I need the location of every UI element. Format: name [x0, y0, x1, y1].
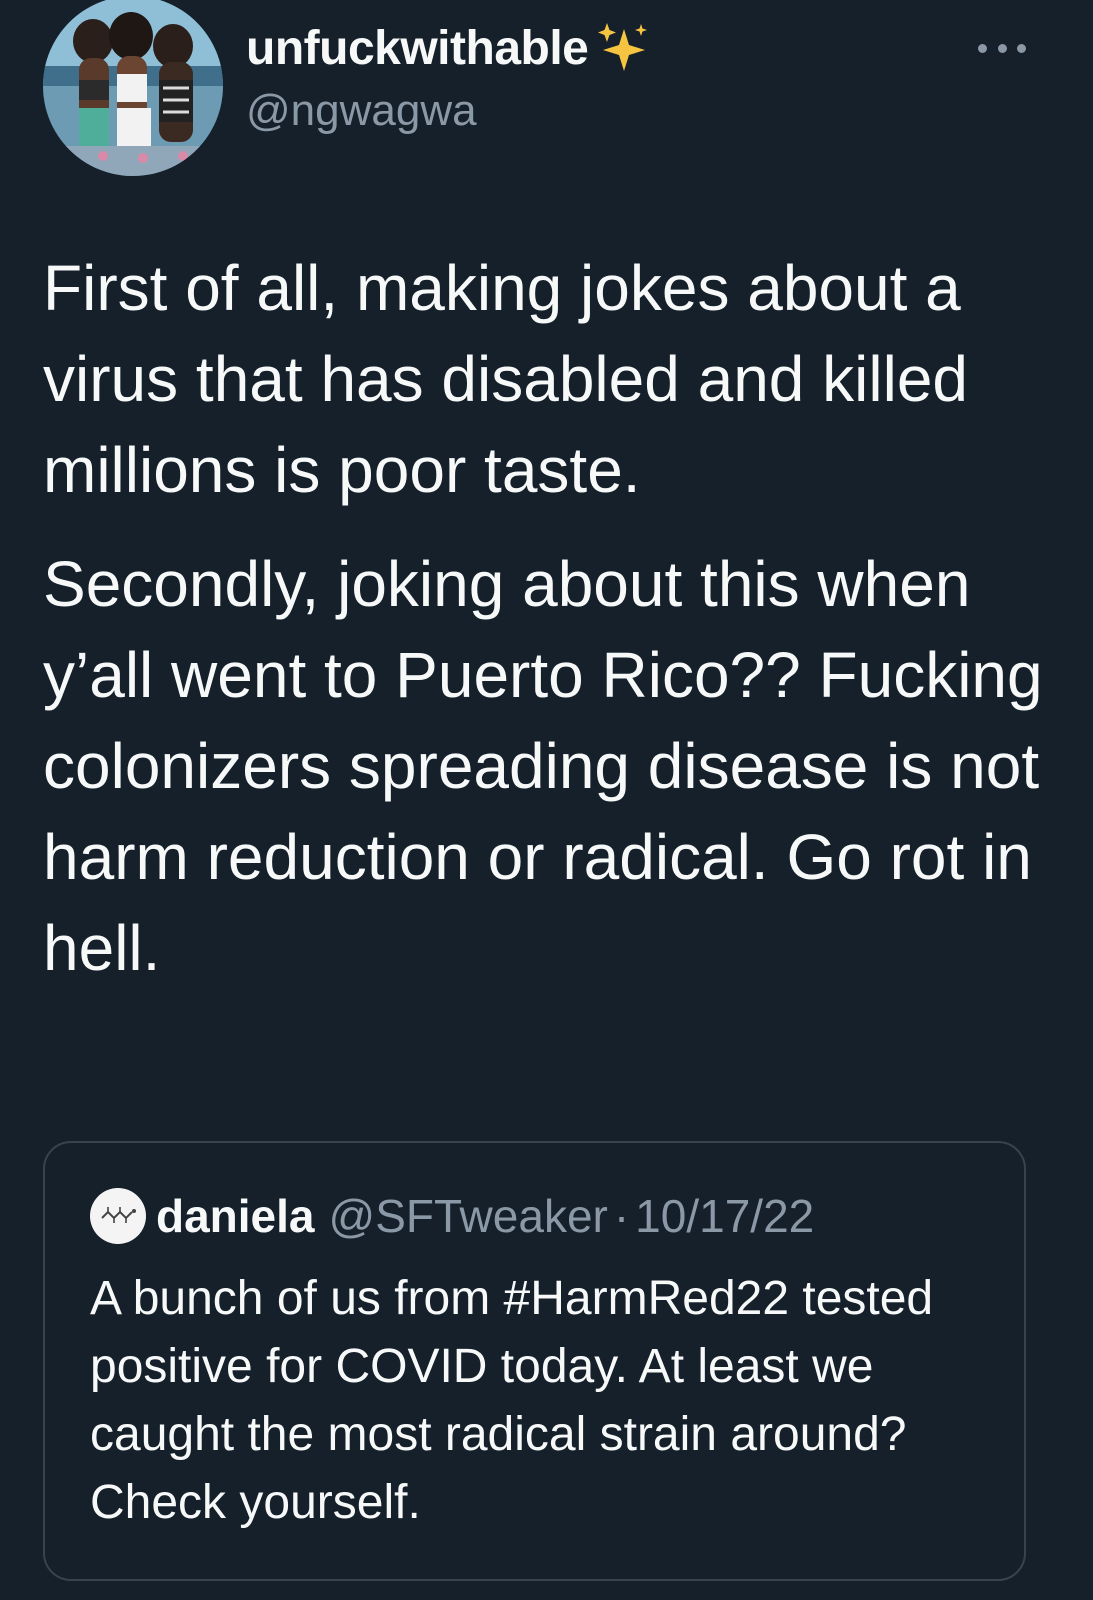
- quoted-tweet-text: A bunch of us from #HarmRed22 tested pos…: [90, 1272, 934, 1529]
- quoted-author-handle[interactable]: @SFTweaker: [329, 1189, 608, 1243]
- author-avatar[interactable]: [43, 0, 223, 176]
- author-display-name[interactable]: unfuckwithable: [246, 21, 589, 76]
- molecule-icon: [101, 1207, 136, 1223]
- quoted-tweet-card[interactable]: daniela @SFTweaker · 10/17/22 A bunch of…: [43, 1141, 1026, 1581]
- author-handle[interactable]: @ngwagwa: [246, 86, 477, 136]
- author-name-row[interactable]: unfuckwithable: [246, 18, 652, 78]
- more-icon[interactable]: [978, 36, 1026, 60]
- more-dot: [1017, 43, 1026, 53]
- tweet-text-paragraph-2: Secondly, joking about this when y’all w…: [43, 548, 1043, 984]
- quoted-author-name[interactable]: daniela: [156, 1189, 315, 1243]
- header-separator: ·: [613, 1190, 630, 1242]
- avatar-illustration: [43, 0, 223, 176]
- quoted-tweet-date[interactable]: 10/17/22: [635, 1189, 814, 1243]
- tweet: unfuckwithable @ngwagwa First of all, ma…: [0, 0, 1093, 1600]
- sparkles-icon: [598, 23, 648, 71]
- more-dot: [978, 43, 987, 53]
- quoted-tweet-header: daniela @SFTweaker · 10/17/22: [156, 1183, 814, 1249]
- quoted-author-avatar[interactable]: [90, 1188, 146, 1244]
- tweet-text-paragraph-1: First of all, making jokes about a virus…: [43, 252, 968, 506]
- more-dot: [997, 43, 1007, 53]
